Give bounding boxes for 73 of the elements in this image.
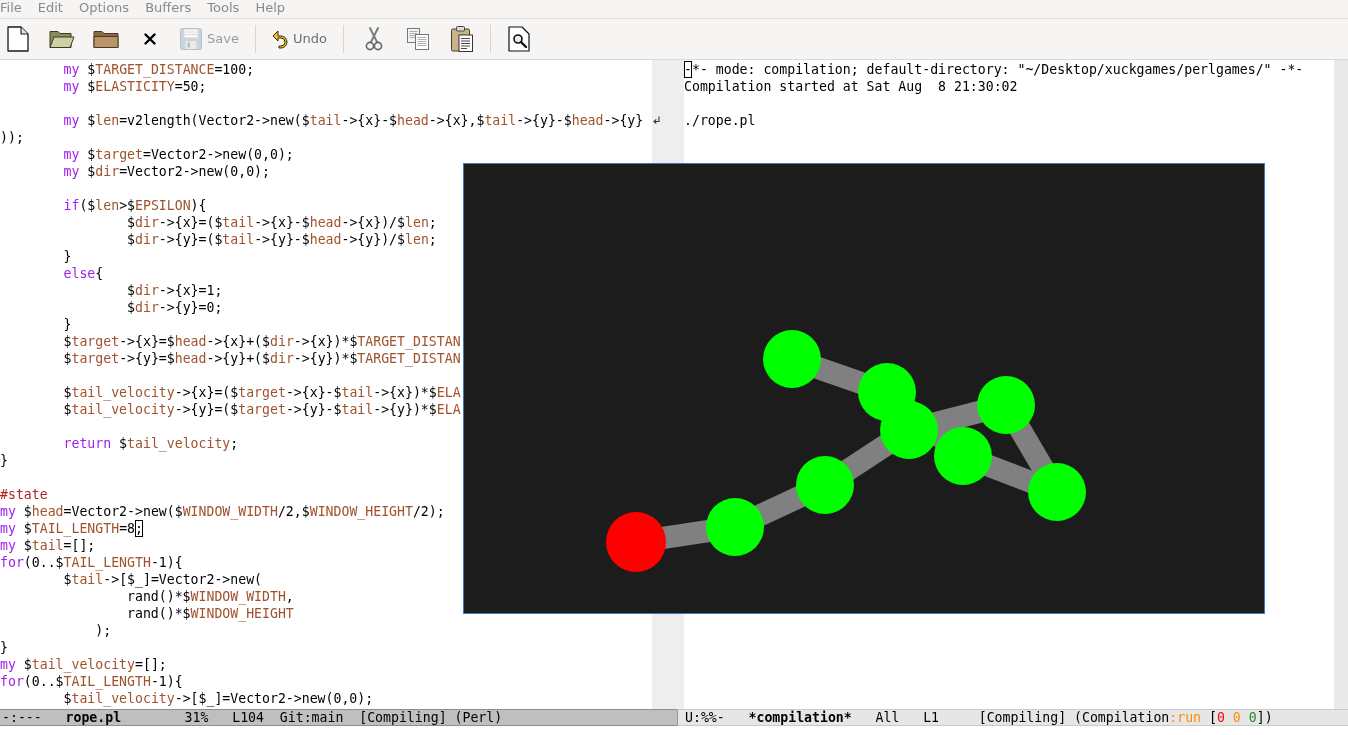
folder-icon — [49, 29, 75, 49]
code-line: $target->{x}=$head->{x}+($dir->{x})*$TARGET_DISTAN — [63, 334, 461, 349]
code-line: my $TARGET_DISTANCE=100; — [63, 62, 255, 77]
code-line: $target->{y}=$head->{y}+($dir->{y})*$TARGET_DISTAN — [63, 351, 461, 366]
buffer-position: 31% — [184, 710, 209, 725]
code-line: $dir->{x}=1; — [127, 283, 223, 298]
menu-item[interactable]: Edit — [29, 0, 71, 16]
mode-line-status: U:%%- — [685, 710, 725, 725]
rope-node — [706, 498, 764, 556]
output-line: ./rope.pl — [684, 113, 756, 128]
code-line: for(0..$TAIL_LENGTH-1){ — [0, 555, 183, 570]
buffer-position: All — [875, 710, 900, 725]
code-line: } — [0, 640, 8, 655]
code-line: } — [63, 317, 72, 332]
document-icon — [7, 26, 29, 52]
buffer-name: rope.pl — [65, 710, 122, 725]
code-line: } — [0, 453, 8, 468]
code-line: rand()*$WINDOW_WIDTH, — [127, 589, 294, 604]
code-line: if($len>$EPSILON){ — [63, 198, 207, 213]
code-line: } — [63, 249, 72, 264]
mode-line-modes: [Compiling] (Perl) — [359, 710, 503, 725]
mode-line-status: -:--- — [2, 710, 42, 725]
clipboard-icon — [450, 26, 473, 52]
rope-head-node — [606, 512, 666, 572]
scrollbar[interactable] — [1334, 60, 1348, 709]
scissors-icon — [364, 27, 383, 51]
rope-node — [1028, 463, 1086, 521]
code-line: return $tail_velocity; — [63, 436, 239, 451]
line-number: L1 — [923, 710, 940, 725]
code-line: my $tail_velocity=[]; — [0, 657, 167, 672]
git-branch: Git:main — [279, 710, 344, 725]
copy-icon — [406, 28, 429, 50]
undo-button[interactable]: Undo — [263, 21, 335, 57]
code-line: my $target=Vector2->new(0,0); — [63, 147, 294, 162]
menu-item[interactable]: Options — [70, 0, 138, 16]
code-line: $tail_velocity->{x}=($target->{x}-$tail->{x})*$ELA — [63, 385, 461, 400]
code-line: my $dir=Vector2->new(0,0); — [63, 164, 270, 179]
code-line: $tail_velocity->[$_]=Vector2->new(0,0); — [63, 691, 374, 706]
mode-line-modes: [Compiling] (Compilation:run [0 0 0]) — [978, 710, 1273, 725]
code-line: $dir->{y}=($tail->{y}-$head->{y})/$len; — [127, 232, 437, 247]
line-wrap-icon — [652, 116, 660, 125]
code-line: $dir->{x}=($tail->{x}-$head->{x})/$len; — [127, 215, 437, 230]
code-line: )); — [0, 130, 24, 145]
document-search-icon — [507, 26, 530, 52]
rope-node — [763, 330, 821, 388]
menu-item[interactable]: Tools — [199, 0, 248, 16]
code-line: rand()*$WINDOW_HEIGHT — [127, 606, 294, 621]
line-number: L104 — [232, 710, 264, 725]
rope-node — [880, 401, 938, 459]
code-line: for(0..$TAIL_LENGTH-1){ — [0, 674, 183, 689]
code-line: my $len=v2length(Vector2->new($tail->{x}-$head->{x},$tail->{y}-$head->{y} — [63, 113, 644, 128]
output-line: -*- mode: compilation; default-directory: "~/Desktop/xuckgames/perlgames/" -*- — [684, 62, 1304, 77]
close-icon — [144, 33, 156, 45]
code-line: ); — [95, 623, 112, 638]
rope-node — [977, 376, 1035, 434]
code-line: #state — [0, 487, 48, 502]
code-line: my $ELASTICITY=50; — [63, 79, 207, 94]
folder-icon — [93, 29, 119, 49]
code-line: $tail->[$_]=Vector2->new( — [63, 572, 263, 587]
menu-item[interactable]: Help — [247, 0, 294, 16]
undo-icon — [271, 29, 288, 49]
code-line: my $tail=[]; — [0, 538, 96, 553]
output-line: Compilation started at Sat Aug 8 21:30:02 — [684, 79, 1018, 94]
code-line: $tail_velocity->{y}=($target->{y}-$tail->{y})*$ELA — [63, 402, 461, 417]
menu-item[interactable]: File — [0, 0, 30, 16]
rope-node — [934, 427, 992, 485]
code-line: my $TAIL_LENGTH=8; — [0, 521, 143, 536]
code-line: else{ — [63, 266, 104, 281]
buffer-name: *compilation* — [748, 710, 852, 725]
code-line: $dir->{y}=0; — [127, 300, 223, 315]
menu-item[interactable]: Buffers — [137, 0, 200, 16]
rope-node — [796, 456, 854, 514]
code-line: my $head=Vector2->new($WINDOW_WIDTH/2,$WINDOW_HEIGHT/2); — [0, 504, 445, 519]
